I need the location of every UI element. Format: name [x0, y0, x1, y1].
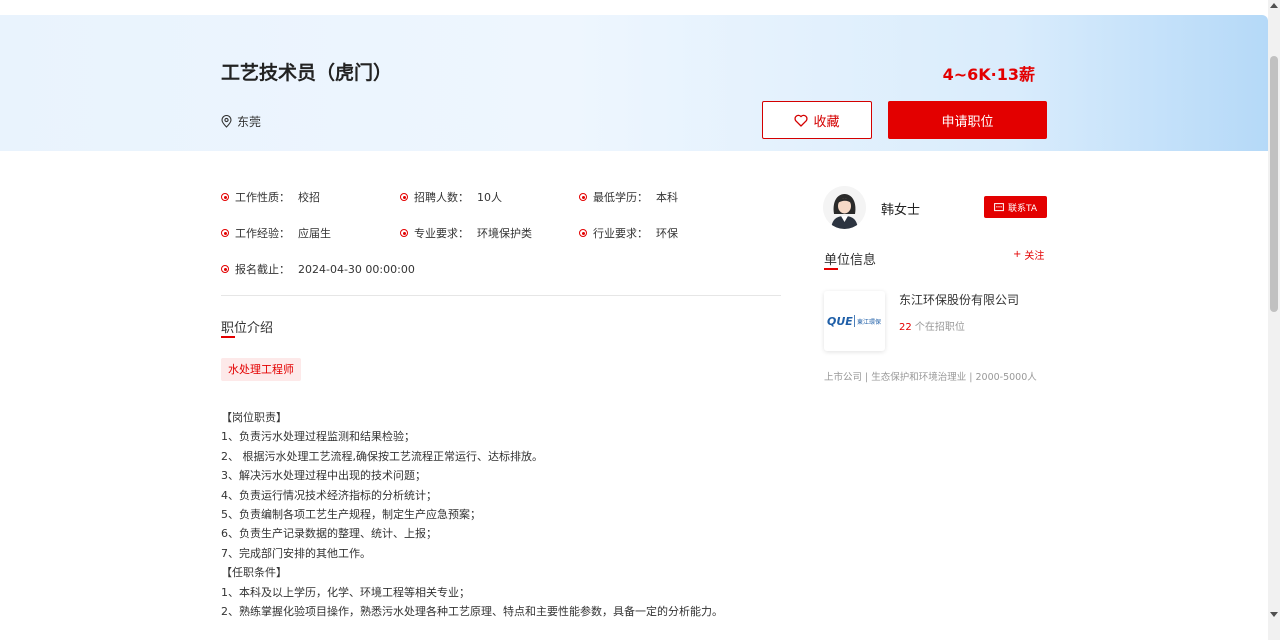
job-header: 工艺技术员（虎门） 4~6K·13薪 东莞 收藏 申请职位 [0, 15, 1268, 151]
svg-text:東江環保: 東江環保 [857, 318, 881, 326]
plus-icon: + [1013, 249, 1022, 260]
desc-line: 7、完成部门安排的其他工作。 [221, 546, 371, 560]
desc-line: 5、负责编制各项工艺生产规程，制定生产应急预案； [221, 507, 481, 521]
open-jobs-suffix: 个在招职位 [911, 322, 965, 333]
desc-line: 【岗位职责】 [221, 411, 287, 424]
job-title: 工艺技术员（虎门） [221, 62, 393, 84]
avatar-icon [823, 186, 866, 229]
chat-icon [994, 202, 1004, 211]
company-logo[interactable]: QUE 東江環保 [824, 291, 885, 351]
desc-line: 3、解决污水处理过程中出现的技术问题； [221, 469, 426, 483]
bullet-icon [221, 193, 229, 201]
bullet-icon [400, 193, 408, 201]
attr-deadline: 报名截止： 2024-04-30 00:00:00 [221, 261, 415, 277]
divider [221, 295, 781, 296]
recruiter-avatar [823, 186, 866, 229]
attr-headcount: 招聘人数： 10人 [400, 189, 502, 205]
bullet-icon [221, 265, 229, 273]
company-meta: 上市公司 | 生态保护和环境治理业 | 2000-5000人 [824, 372, 1037, 383]
company-section-title: 单位信息 [824, 253, 877, 268]
location-text: 东莞 [237, 115, 262, 129]
salary: 4~6K·13薪 [942, 65, 1035, 84]
desc-line: 6、负责生产记录数据的整理、统计、上报； [221, 527, 437, 541]
bullet-icon [400, 229, 408, 237]
desc-line: 2、熟练掌握化验项目操作，熟悉污水处理各种工艺原理、特点和主要性能参数，具备一定… [221, 604, 723, 618]
open-jobs-count: 22 [899, 322, 912, 333]
location: 东莞 [221, 113, 261, 130]
bullet-icon [221, 229, 229, 237]
follow-button[interactable]: + 关注 [1013, 247, 1044, 262]
desc-line: 4、负责运行情况技术经济指标的分析统计； [221, 488, 437, 502]
company-open-jobs[interactable]: 22 个在招职位 [899, 318, 965, 333]
scroll-down-icon[interactable] [1270, 612, 1278, 617]
bullet-icon [579, 229, 587, 237]
location-pin-icon [221, 115, 232, 128]
company-logo-icon: QUE 東江環保 [827, 315, 881, 328]
company-name[interactable]: 东江环保股份有限公司 [899, 291, 1019, 308]
intro-title-underline [221, 336, 235, 338]
scroll-up-icon[interactable] [1270, 3, 1278, 8]
contact-button[interactable]: 联系TA [984, 196, 1047, 218]
desc-line: 1、负责污水处理过程监测和结果检验； [221, 430, 415, 444]
attr-education: 最低学历： 本科 [579, 189, 678, 205]
scrollbar-thumb[interactable] [1270, 56, 1278, 312]
company-title-underline [824, 268, 838, 270]
desc-line: 1、本科及以上学历，化学、环境工程等相关专业； [221, 585, 470, 599]
intro-title: 职位介绍 [221, 321, 274, 336]
attr-major: 专业要求： 环境保护类 [400, 225, 532, 241]
follow-label: 关注 [1024, 251, 1045, 262]
job-description: 【岗位职责】 1、负责污水处理过程监测和结果检验； 2、 根据污水处理工艺流程,… [221, 408, 801, 621]
favorite-label: 收藏 [813, 114, 840, 130]
attr-industry: 行业要求： 环保 [579, 225, 678, 241]
contact-label: 联系TA [1008, 203, 1037, 214]
apply-button[interactable]: 申请职位 [888, 101, 1047, 139]
scrollbar[interactable] [1268, 0, 1280, 640]
job-tag: 水处理工程师 [221, 358, 301, 381]
desc-line: 【任职条件】 [221, 566, 287, 580]
attr-experience: 工作经验： 应届生 [221, 225, 331, 241]
bullet-icon [579, 193, 587, 201]
top-strip [0, 0, 1268, 15]
heart-icon [794, 114, 808, 127]
desc-line: 2、 根据污水处理工艺流程,确保按工艺流程正常运行、达标排放。 [221, 449, 543, 463]
favorite-button[interactable]: 收藏 [762, 101, 872, 139]
svg-text:QUE: QUE [827, 315, 853, 328]
attr-job-type: 工作性质： 校招 [221, 189, 320, 205]
recruiter-name: 韩女士 [881, 203, 921, 218]
